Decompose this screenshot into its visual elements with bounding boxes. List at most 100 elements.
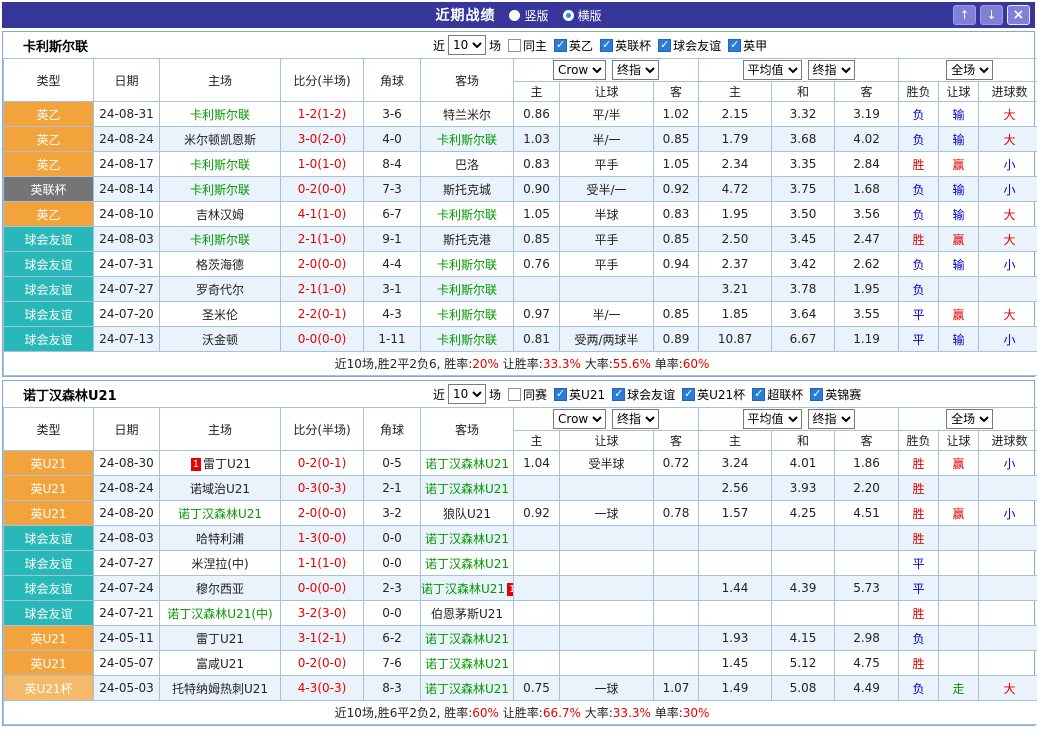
avg-home: 1.85 [698, 301, 773, 327]
col-header: 和 [771, 81, 836, 102]
avg-stage-select[interactable]: 终指 [807, 409, 855, 429]
league-checkbox-3[interactable]: 球会友谊 [658, 37, 721, 54]
league-badge: 球会友谊 [3, 525, 94, 551]
odds-stage-select[interactable]: 终指 [612, 409, 660, 429]
checkbox-checked-icon [682, 387, 696, 401]
avg-home: 1.44 [698, 575, 773, 601]
match-count-select[interactable]: 10 [448, 35, 487, 55]
odds-home [513, 276, 560, 302]
result-handicap [938, 625, 980, 651]
match-count-select[interactable]: 10 [448, 384, 487, 404]
team-link: 诺丁汉森林U21 [424, 656, 510, 671]
same-venue-checkbox[interactable]: 同赛 [508, 386, 547, 403]
corners: 7-6 [363, 650, 421, 676]
odds-home: 0.97 [513, 301, 560, 327]
score: 2-0(0-0) [280, 500, 364, 526]
result-goals: 小 [978, 450, 1037, 476]
checkbox-label: 英锦赛 [825, 387, 862, 402]
checkbox-label: 英乙 [569, 38, 594, 53]
avg-away: 2.84 [834, 151, 900, 177]
summary-row: 近10场,胜6平2负2, 胜率:60% 让胜率:66.7% 大率:33.3% 单… [2, 700, 1037, 725]
league-checkbox-4[interactable]: 英甲 [728, 37, 767, 54]
team-link: 卡利斯尔联 [436, 132, 497, 147]
avg-draw: 3.42 [771, 251, 836, 277]
summary-segment: 让胜率: [498, 357, 543, 371]
league-checkbox-1[interactable]: 英乙 [554, 37, 593, 54]
league-checkbox-2[interactable]: 球会友谊 [612, 386, 675, 403]
avg-draw [771, 600, 836, 626]
match-date: 24-08-20 [93, 500, 160, 526]
result-wdl: 胜 [898, 450, 940, 476]
odds-source-select[interactable]: Crow [553, 409, 607, 429]
home-team: 诺丁汉森林U21(中) [159, 600, 281, 626]
result-goals: 大 [978, 675, 1037, 701]
layout-radio-horizontal[interactable]: 横版 [562, 7, 602, 24]
team-link: 雷丁U21 [195, 631, 245, 646]
match-date: 24-07-27 [93, 550, 160, 576]
scope-select[interactable]: 全场 [946, 409, 994, 429]
odds-handicap [559, 525, 654, 551]
scroll-down-button[interactable]: ↓ [980, 5, 1003, 25]
col-header: 胜负 [898, 81, 940, 102]
layout-radio-vertical[interactable]: 竖版 [509, 7, 549, 24]
odds-away: 1.02 [652, 101, 700, 127]
avg-source-select[interactable]: 平均值 [742, 60, 802, 80]
checkbox-checked-icon [554, 38, 568, 52]
col-header: 客 [834, 430, 900, 451]
scroll-up-button[interactable]: ↑ [953, 5, 976, 25]
scope-select[interactable]: 全场 [946, 60, 994, 80]
score: 1-0(1-0) [280, 151, 364, 177]
result-goals [978, 525, 1037, 551]
match-row: 英乙 24-08-17 卡利斯尔联 1-0(1-0) 8-4 巴洛 0.83 平手 1.05 2.… [3, 151, 1037, 177]
odds-away [652, 575, 700, 601]
league-checkbox-1[interactable]: 英U21 [554, 386, 605, 403]
match-date: 24-08-10 [93, 201, 160, 227]
close-button[interactable]: × [1007, 5, 1030, 25]
match-date: 24-07-31 [93, 251, 160, 277]
odds-stage-select[interactable]: 终指 [612, 60, 660, 80]
checkbox-checked-icon [600, 38, 614, 52]
odds-home [513, 475, 560, 501]
team-link: 沃金顿 [201, 332, 238, 347]
header-select-cell: 全场 [898, 407, 1037, 431]
avg-source-select[interactable]: 平均值 [742, 409, 802, 429]
filter-bar: 近10场 同赛 英U21 球会友谊 英U21杯 超联杯 英锦赛 [433, 384, 861, 404]
away-team: 卡利斯尔联 [420, 126, 514, 152]
league-checkbox-5[interactable]: 英锦赛 [810, 386, 861, 403]
odds-handicap [559, 600, 654, 626]
league-checkbox-2[interactable]: 英联杯 [600, 37, 651, 54]
home-team: 米尔顿凯恩斯 [159, 126, 281, 152]
header-select-cell: Crow 终指 [512, 407, 700, 431]
result-handicap [938, 475, 980, 501]
avg-away: 2.47 [834, 226, 900, 252]
summary-segment: 单率: [650, 357, 683, 371]
summary-segment: 33.3% [542, 357, 581, 371]
team-link: 诺丁汉森林U21 [424, 481, 510, 496]
home-team: 富咸U21 [159, 650, 281, 676]
result-wdl: 负 [898, 101, 940, 127]
league-badge: 英联杯 [3, 176, 94, 202]
team-link: 吉林汉姆 [195, 207, 244, 222]
league-checkbox-3[interactable]: 英U21杯 [682, 386, 745, 403]
league-checkbox-4[interactable]: 超联杯 [752, 386, 803, 403]
result-wdl: 负 [898, 625, 940, 651]
result-wdl: 负 [898, 675, 940, 701]
avg-stage-select[interactable]: 终指 [807, 60, 855, 80]
match-row: 英乙 24-08-10 吉林汉姆 4-1(1-0) 6-7 卡利斯尔联 1.05 半球 0.83… [3, 201, 1037, 227]
odds-source-select[interactable]: Crow [553, 60, 607, 80]
result-handicap [938, 276, 980, 302]
checkbox-checked-icon [810, 387, 824, 401]
result-handicap: 赢 [938, 301, 980, 327]
col-header: 客 [652, 81, 700, 102]
odds-home: 0.75 [513, 675, 560, 701]
same-venue-checkbox[interactable]: 同主 [508, 37, 547, 54]
recent-results-panel: 近期战绩 竖版横版 ↑ ↓ × 卡利斯尔联近10场同主英乙英联杯球会友谊英甲类型… [2, 2, 1037, 726]
result-goals: 大 [978, 301, 1037, 327]
checkbox-checked-icon [752, 387, 766, 401]
col-header: 日期 [93, 407, 160, 451]
checkbox-label: 英U21 [569, 387, 606, 402]
away-team: 卡利斯尔联 [420, 251, 514, 277]
summary-segment: 20% [472, 357, 499, 371]
checkbox-checked-icon [728, 38, 742, 52]
home-team: 1 雷丁U21 [159, 450, 281, 476]
